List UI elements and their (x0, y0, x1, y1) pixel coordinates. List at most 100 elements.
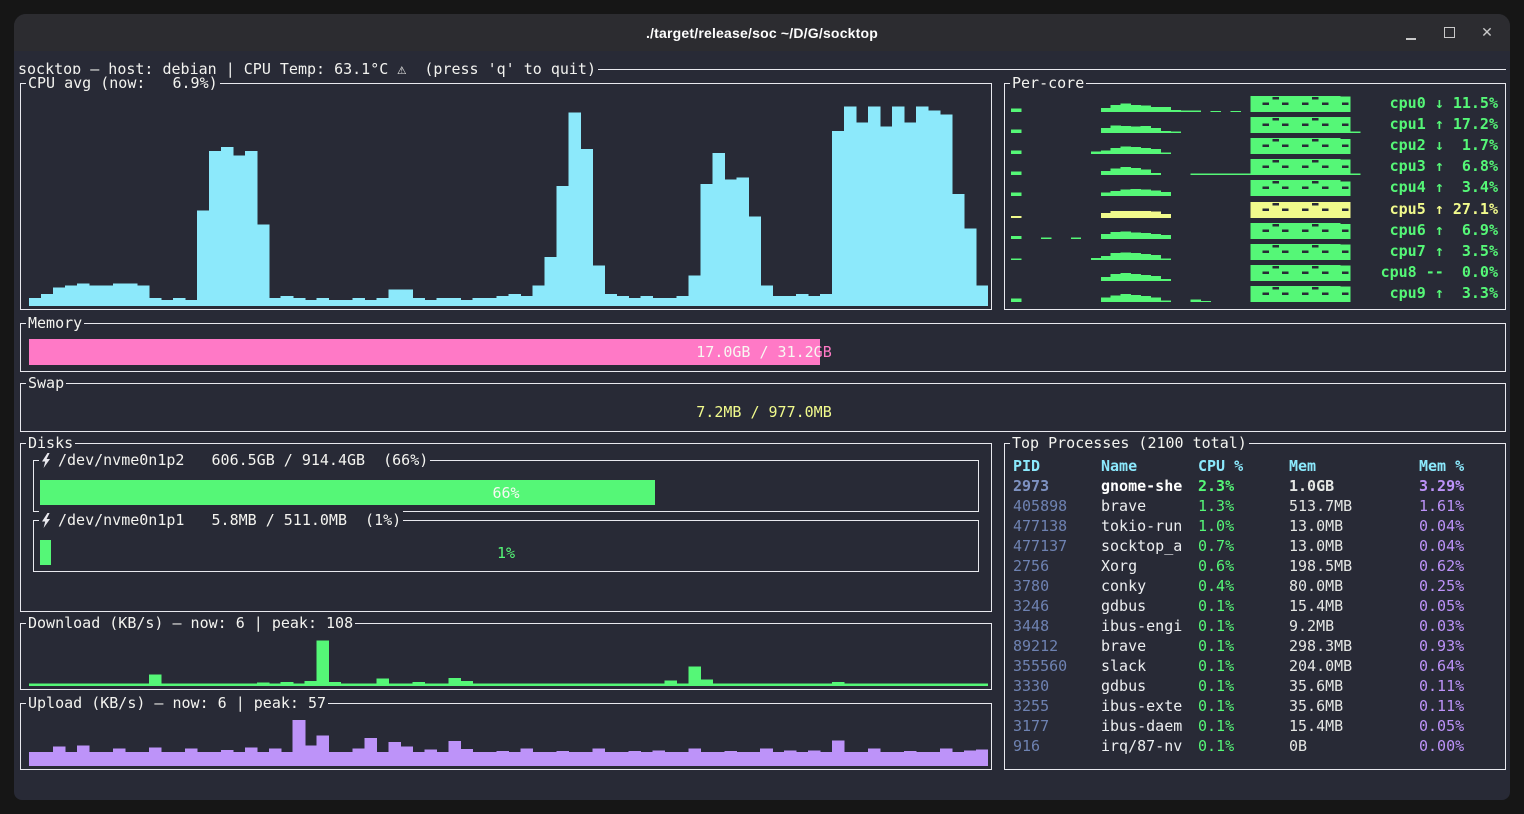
process-row-916[interactable]: 916irq/87-nv0.1%0B0.00% (1013, 736, 1499, 756)
download-panel: Download (KB/s) — now: 6 | peak: 108 (20, 623, 992, 690)
cell-pid: 477138 (1013, 516, 1101, 536)
process-row-3448[interactable]: 3448ibus-engi0.1%9.2MB0.03% (1013, 616, 1499, 636)
cell-cpu: 0.1% (1198, 696, 1289, 716)
upload-panel: Upload (KB/s) — now: 6 | peak: 57 (20, 703, 992, 770)
core-row-cpu7: cpu7 ↑ 3.5% (1011, 242, 1498, 260)
cell-pid: 3780 (1013, 576, 1101, 596)
process-row-3177[interactable]: 3177ibus-daem0.1%15.4MB0.05% (1013, 716, 1499, 736)
core-row-cpu3: cpu3 ↑ 6.8% (1011, 157, 1498, 175)
cell-mem: 15.4MB (1289, 596, 1419, 616)
process-row-355560[interactable]: 355560slack0.1%204.0MB0.64% (1013, 656, 1499, 676)
cell-name: brave (1101, 496, 1198, 516)
cell-cpu: 0.1% (1198, 616, 1289, 636)
cell-memp: 0.00% (1419, 736, 1499, 756)
core-row-cpu2: cpu2 ↓ 1.7% (1011, 136, 1498, 154)
cell-pid: 2973 (1013, 476, 1101, 496)
titlebar[interactable]: ./target/release/soc ~/D/G/socktop ✕ (14, 14, 1510, 51)
window-controls: ✕ (1404, 14, 1494, 51)
core-label: cpu5 ↑ 27.1% (1380, 200, 1498, 218)
maximize-button[interactable] (1442, 26, 1456, 40)
swap-panel: Swap 7.2MB / 977.0MB7.2MB / 977.0MB (20, 383, 1506, 432)
cell-name: tokio-run (1101, 516, 1198, 536)
memory-usage-bar: 17.0GB / 31.2GB17.0GB / 31.2GB (29, 339, 1499, 365)
download-title: Download (KB/s) — now: 6 | peak: 108 (26, 614, 355, 633)
memory-panel: Memory 17.0GB / 31.2GB17.0GB / 31.2GB (20, 323, 1506, 372)
disk-title-text: /dev/nvme0n1p2 606.5GB / 914.4GB (66%) (58, 451, 428, 470)
disk-usage-bar: 1%1% (40, 540, 972, 565)
process-row-405898[interactable]: 405898brave1.3%513.7MB1.61% (1013, 496, 1499, 516)
process-row-477138[interactable]: 477138tokio-run1.0%13.0MB0.04% (1013, 516, 1499, 536)
cpu-avg-panel: CPU avg (now: 6.9%) (20, 83, 992, 310)
core-label: cpu2 ↓ 1.7% (1380, 136, 1498, 154)
core-row-cpu5: cpu5 ↑ 27.1% (1011, 200, 1498, 218)
cell-pid: 916 (1013, 736, 1101, 756)
cell-name: socktop_a (1101, 536, 1198, 556)
disks-panel: Disks /dev/nvme0n1p2 606.5GB / 914.4GB (… (20, 443, 992, 612)
disk-title-text: /dev/nvme0n1p1 5.8MB / 511.0MB (1%) (58, 511, 401, 530)
window-title: ./target/release/soc ~/D/G/socktop (646, 25, 878, 41)
cell-name: slack (1101, 656, 1198, 676)
bar-label: 1% (40, 540, 972, 565)
cell-pid: 2756 (1013, 556, 1101, 576)
cpu-avg-chart (29, 96, 988, 306)
top-processes-title: Top Processes (2100 total) (1010, 434, 1249, 453)
disk-panel-0: /dev/nvme0n1p2 606.5GB / 914.4GB (66%)66… (33, 460, 979, 512)
per-core-rows: cpu0 ↓ 11.5%cpu1 ↑ 17.2%cpu2 ↓ 1.7%cpu3 … (1011, 94, 1498, 302)
cell-mem: 13.0MB (1289, 516, 1419, 536)
col-mem: Mem (1289, 456, 1419, 476)
cell-memp: 0.04% (1419, 536, 1499, 556)
cell-cpu: 2.3% (1198, 476, 1289, 496)
process-row-89212[interactable]: 89212brave0.1%298.3MB0.93% (1013, 636, 1499, 656)
core-sparkline (1011, 243, 1370, 260)
cell-name: ibus-daem (1101, 716, 1198, 736)
memory-title: Memory (26, 314, 84, 333)
col-memp: Mem % (1419, 456, 1499, 476)
upload-title: Upload (KB/s) — now: 6 | peak: 57 (26, 694, 328, 713)
cell-memp: 0.05% (1419, 596, 1499, 616)
cell-memp: 0.62% (1419, 556, 1499, 576)
core-sparkline (1011, 179, 1370, 196)
core-label: cpu7 ↑ 3.5% (1380, 242, 1498, 260)
process-row-3255[interactable]: 3255ibus-exte0.1%35.6MB0.11% (1013, 696, 1499, 716)
cell-memp: 3.29% (1419, 476, 1499, 496)
process-row-3246[interactable]: 3246gdbus0.1%15.4MB0.05% (1013, 596, 1499, 616)
cell-name: gnome-she (1101, 476, 1198, 496)
core-sparkline (1011, 201, 1370, 218)
core-label: cpu4 ↑ 3.4% (1380, 178, 1498, 196)
cell-memp: 0.93% (1419, 636, 1499, 656)
cell-pid: 355560 (1013, 656, 1101, 676)
cell-cpu: 0.1% (1198, 676, 1289, 696)
cpu-avg-title: CPU avg (now: 6.9%) (26, 74, 220, 93)
disk-title: /dev/nvme0n1p1 5.8MB / 511.0MB (1%) (39, 511, 403, 530)
core-sparkline (1011, 116, 1370, 133)
cell-pid: 3177 (1013, 716, 1101, 736)
process-row-2756[interactable]: 2756Xorg0.6%198.5MB0.62% (1013, 556, 1499, 576)
col-cpu: CPU % (1198, 456, 1289, 476)
process-row-3780[interactable]: 3780conky0.4%80.0MB0.25% (1013, 576, 1499, 596)
cell-mem: 1.0GB (1289, 476, 1419, 496)
cell-mem: 9.2MB (1289, 616, 1419, 636)
cell-mem: 204.0MB (1289, 656, 1419, 676)
cell-pid: 477137 (1013, 536, 1101, 556)
terminal-screen[interactable]: socktop — host: debian | CPU Temp: 63.1°… (14, 51, 1510, 800)
swap-usage-bar: 7.2MB / 977.0MB7.2MB / 977.0MB (29, 399, 1499, 425)
swap-title: Swap (26, 374, 66, 393)
close-button[interactable]: ✕ (1480, 26, 1494, 40)
process-row-477137[interactable]: 477137socktop_a0.7%13.0MB0.04% (1013, 536, 1499, 556)
cell-cpu: 1.3% (1198, 496, 1289, 516)
cell-cpu: 0.6% (1198, 556, 1289, 576)
disk-title: /dev/nvme0n1p2 606.5GB / 914.4GB (66%) (39, 451, 430, 470)
cell-cpu: 0.1% (1198, 656, 1289, 676)
cell-mem: 513.7MB (1289, 496, 1419, 516)
process-row-2973[interactable]: 2973gnome-she2.3%1.0GB3.29% (1013, 476, 1499, 496)
per-core-panel: Per-core cpu0 ↓ 11.5%cpu1 ↑ 17.2%cpu2 ↓ … (1004, 83, 1506, 310)
core-sparkline (1011, 137, 1370, 154)
process-row-3330[interactable]: 3330gdbus0.1%35.6MB0.11% (1013, 676, 1499, 696)
core-sparkline (1011, 158, 1370, 175)
minimize-button[interactable] (1404, 26, 1418, 40)
header-rule (598, 69, 1506, 70)
lightning-bolt-icon (41, 513, 51, 528)
cell-mem: 80.0MB (1289, 576, 1419, 596)
core-row-cpu4: cpu4 ↑ 3.4% (1011, 178, 1498, 196)
cell-memp: 1.61% (1419, 496, 1499, 516)
